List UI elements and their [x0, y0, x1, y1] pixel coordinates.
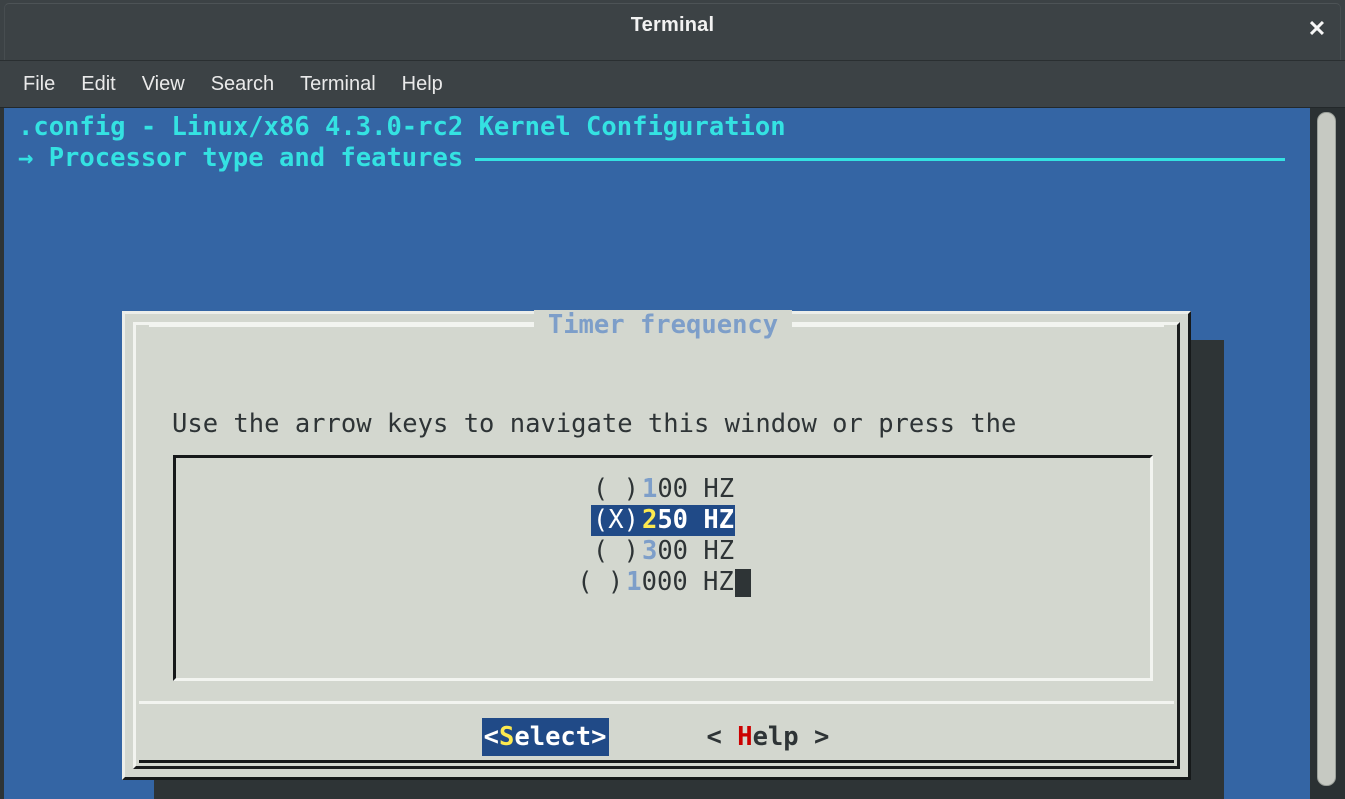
list-item-1000hz[interactable]: ( ) 1000 HZ: [176, 567, 1150, 598]
dialog-title-rule-right: [792, 323, 1165, 327]
hotkey-char-300hz: 3: [641, 536, 658, 566]
radio-marker-300hz[interactable]: ( ): [591, 536, 641, 567]
list-item-100hz[interactable]: ( ) 100 HZ: [176, 474, 1150, 505]
option-list: ( ) 100 HZ (X) 250 HZ ( ) 300 HZ ( ) 1000 HZ: [176, 474, 1150, 598]
dialog-inner-frame: Timer frequency Use the arrow keys to na…: [133, 310, 1180, 769]
option-label-300hz: 300 HZ: [641, 536, 735, 567]
option-rest-300hz: 00 HZ: [657, 536, 735, 566]
radio-marker-1000hz[interactable]: ( ): [575, 567, 625, 598]
menu-item-view[interactable]: View: [129, 69, 198, 100]
select-button-prefix: <: [483, 722, 500, 752]
terminal-scrollbar[interactable]: [1310, 108, 1345, 799]
dialog-bottom-rule: [139, 760, 1174, 763]
terminal-window: Terminal ✕ File Edit View Search Termina…: [0, 0, 1345, 799]
kernel-config-title: .config - Linux/x86 4.3.0-rc2 Kernel Con…: [18, 112, 786, 142]
menu-item-search[interactable]: Search: [198, 69, 287, 100]
window-titlebar: Terminal ✕: [0, 0, 1345, 61]
breadcrumb-label: → Processor type and features: [18, 143, 464, 173]
option-rest-250hz: 50 HZ: [657, 505, 735, 535]
help-button-suffix: elp >: [752, 722, 830, 752]
button-bar-separator: [139, 701, 1174, 704]
help-button-prefix: <: [706, 722, 738, 752]
breadcrumb-rule: [475, 158, 1286, 161]
close-icon[interactable]: ✕: [1303, 15, 1331, 43]
timer-frequency-listbox[interactable]: ( ) 100 HZ (X) 250 HZ ( ) 300 HZ ( ) 1000 HZ: [173, 455, 1153, 681]
select-button-suffix: elect>: [514, 722, 607, 752]
radio-marker-100hz[interactable]: ( ): [591, 474, 641, 505]
menu-item-edit[interactable]: Edit: [68, 69, 128, 100]
help-button[interactable]: < Help >: [705, 718, 832, 756]
terminal-canvas[interactable]: .config - Linux/x86 4.3.0-rc2 Kernel Con…: [4, 108, 1310, 799]
hotkey-char-1000hz: 1: [626, 567, 642, 597]
radio-marker-250hz[interactable]: (X): [590, 505, 641, 536]
option-rest-1000hz: 000 HZ: [641, 567, 734, 597]
select-button-hotkey: S: [499, 722, 515, 752]
option-label-100hz: 100 HZ: [641, 474, 735, 505]
dialog-title-row: Timer frequency: [136, 309, 1177, 341]
menu-item-terminal[interactable]: Terminal: [287, 69, 389, 100]
hotkey-char-250hz: 2: [641, 505, 658, 535]
menu-item-file[interactable]: File: [10, 69, 68, 100]
hotkey-char-100hz: 1: [641, 474, 658, 504]
dialog-title: Timer frequency: [533, 310, 793, 340]
text-cursor: [734, 568, 751, 597]
list-item-300hz[interactable]: ( ) 300 HZ: [176, 536, 1150, 567]
help-button-hotkey: H: [737, 722, 753, 752]
timer-frequency-dialog: Timer frequency Use the arrow keys to na…: [122, 310, 1191, 780]
option-label-250hz: 250 HZ: [640, 505, 736, 536]
kernel-config-breadcrumb: → Processor type and features: [18, 143, 1286, 174]
help-text-line-1: Use the arrow keys to navigate this wind…: [172, 409, 1017, 439]
list-item-250hz[interactable]: (X) 250 HZ: [176, 505, 1150, 536]
menu-item-help[interactable]: Help: [389, 69, 456, 100]
window-title: Terminal: [630, 14, 715, 36]
menubar: File Edit View Search Terminal Help: [0, 61, 1345, 108]
dialog-title-rule-left: [148, 323, 534, 327]
option-rest-100hz: 00 HZ: [657, 474, 735, 504]
select-button[interactable]: <Select>: [481, 718, 609, 756]
dialog-button-bar: <Select> < Help >: [136, 717, 1177, 757]
scrollbar-thumb[interactable]: [1317, 112, 1336, 786]
option-label-1000hz: 1000 HZ: [625, 567, 734, 598]
